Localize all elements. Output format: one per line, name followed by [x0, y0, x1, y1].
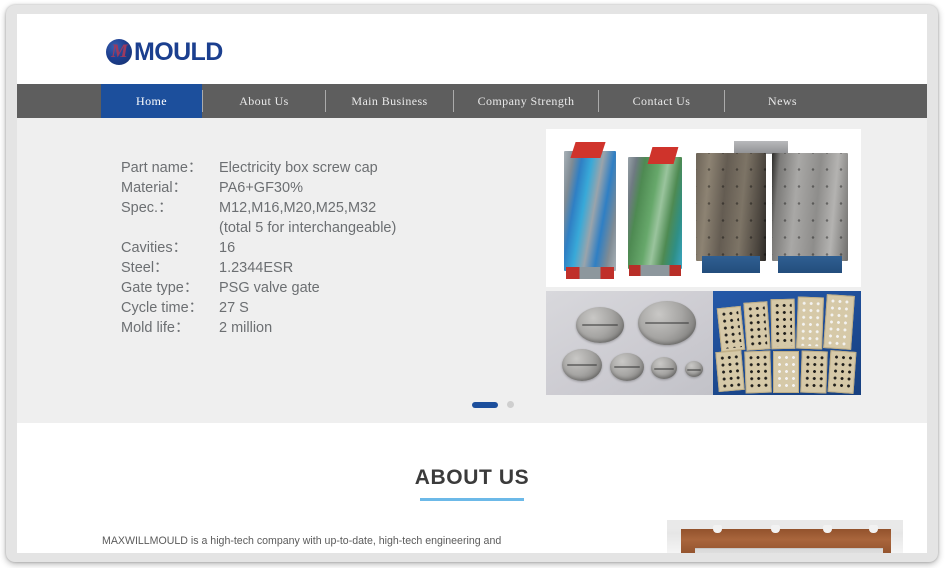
site-logo[interactable]: MOULD	[106, 39, 223, 65]
carousel-indicators	[472, 401, 514, 408]
mould-base-right	[778, 256, 842, 273]
tray-parts	[826, 297, 852, 347]
spec-value: PSG valve gate	[219, 280, 320, 296]
screw-cap	[610, 353, 644, 381]
spec-label: Cavities：	[121, 240, 188, 256]
mould-half-left	[696, 153, 766, 261]
screw-cap	[651, 357, 677, 379]
tray-parts	[830, 353, 854, 391]
nav-item-company-strength[interactable]: Company Strength	[454, 84, 598, 118]
tray-parts	[803, 353, 825, 391]
spec-row: Mold life： 2 million	[121, 318, 396, 338]
spec-value: 2 million	[219, 320, 273, 336]
spec-value: (total 5 for interchangeable)	[219, 220, 397, 236]
browser-window-frame: MOULD Home About Us Main Business Compan…	[6, 5, 938, 562]
ceiling-lamp	[713, 525, 722, 533]
spec-label: Material：	[121, 180, 188, 196]
about-section: ABOUT US MAXWILLMOULD is a high-tech com…	[17, 423, 927, 553]
tray-parts	[720, 309, 742, 349]
mould-base-left	[702, 256, 760, 273]
about-title: ABOUT US	[414, 466, 530, 489]
parts-tray	[770, 298, 796, 350]
nav-item-main-business[interactable]: Main Business	[326, 84, 453, 118]
parts-tray	[744, 350, 772, 394]
parts-tray	[823, 294, 855, 350]
parts-tray	[773, 351, 799, 393]
logo-text: MOULD	[134, 37, 223, 66]
spec-label: Part name：	[121, 160, 203, 176]
parts-tray	[716, 305, 746, 353]
spec-row-continuation: (total 5 for interchangeable)	[121, 218, 396, 238]
spec-value: 1.2344ESR	[219, 260, 294, 276]
spec-label: Steel：	[121, 260, 169, 276]
site-header: MOULD	[17, 14, 927, 84]
tray-parts	[799, 299, 821, 347]
ceiling-lamp	[869, 525, 878, 533]
hero-slider: Part name： Electricity box screw cap Mat…	[17, 118, 927, 423]
spec-value: M12,M16,M20,M25,M32	[219, 200, 377, 216]
spec-label: Cycle time：	[121, 300, 204, 316]
tray-parts	[718, 353, 742, 389]
screw-cap	[638, 301, 696, 345]
spec-value: PA6+GF30%	[219, 180, 303, 196]
spec-label: Mold life：	[121, 320, 190, 336]
mould-cad-and-photo-image	[546, 129, 861, 287]
tray-parts	[747, 353, 769, 391]
spec-row: Material： PA6+GF30%	[121, 178, 396, 198]
about-paragraph: MAXWILLMOULD is a high-tech company with…	[102, 534, 502, 553]
screw-cap	[562, 349, 602, 381]
carousel-dot-active[interactable]	[472, 401, 498, 408]
mould-half-right	[772, 153, 848, 261]
screw-caps-photo	[546, 291, 713, 395]
nav-item-about-us[interactable]: About Us	[203, 84, 325, 118]
spec-row: Steel： 1.2344ESR	[121, 258, 396, 278]
parts-tray	[743, 301, 771, 351]
parts-tray	[800, 350, 828, 394]
about-title-underline	[420, 498, 524, 501]
workshop-ceiling	[667, 520, 903, 529]
spec-value: 16	[219, 240, 236, 256]
tray-parts	[773, 301, 793, 347]
viewport: MOULD Home About Us Main Business Compan…	[0, 0, 946, 568]
cad-model-blue	[564, 151, 616, 279]
cad-model-green	[628, 157, 682, 276]
main-navigation: Home About Us Main Business Company Stre…	[17, 84, 927, 118]
parts-tray	[715, 349, 745, 393]
nav-item-home[interactable]: Home	[101, 84, 202, 118]
parts-trays-photo	[713, 291, 861, 395]
carousel-dot[interactable]	[507, 401, 514, 408]
page-surface: MOULD Home About Us Main Business Compan…	[17, 14, 927, 553]
product-spec-list: Part name： Electricity box screw cap Mat…	[121, 158, 396, 338]
spec-row: Cycle time： 27 S	[121, 298, 396, 318]
spec-label: Gate type：	[121, 280, 199, 296]
open-steel-mould-photo	[694, 139, 852, 279]
ceiling-lamp	[823, 525, 832, 533]
workshop-photo	[667, 520, 903, 553]
nav-left-spacer	[17, 84, 101, 118]
spec-value: 27 S	[219, 300, 249, 316]
spec-value: Electricity box screw cap	[219, 160, 378, 176]
tray-parts	[776, 354, 796, 390]
nav-item-news[interactable]: News	[725, 84, 840, 118]
parts-tray	[796, 296, 824, 350]
circle-m-logo-icon	[106, 39, 132, 65]
screw-cap	[576, 307, 624, 343]
nav-item-contact-us[interactable]: Contact Us	[599, 84, 724, 118]
spec-label: Spec.：	[121, 200, 173, 216]
spec-row: Spec.： M12,M16,M20,M25,M32	[121, 198, 396, 218]
spec-row: Gate type： PSG valve gate	[121, 278, 396, 298]
screw-cap	[685, 361, 703, 377]
mould-cavity-dots	[772, 153, 848, 261]
workshop-panel	[695, 548, 883, 553]
spec-row: Cavities： 16	[121, 238, 396, 258]
parts-tray	[827, 350, 857, 394]
hero-gallery	[546, 129, 861, 395]
tray-parts	[746, 304, 768, 348]
spec-row: Part name： Electricity box screw cap	[121, 158, 396, 178]
hero-gallery-bottom-row	[546, 291, 861, 395]
ceiling-lamp	[771, 525, 780, 533]
mould-cavity-dots	[696, 153, 766, 261]
